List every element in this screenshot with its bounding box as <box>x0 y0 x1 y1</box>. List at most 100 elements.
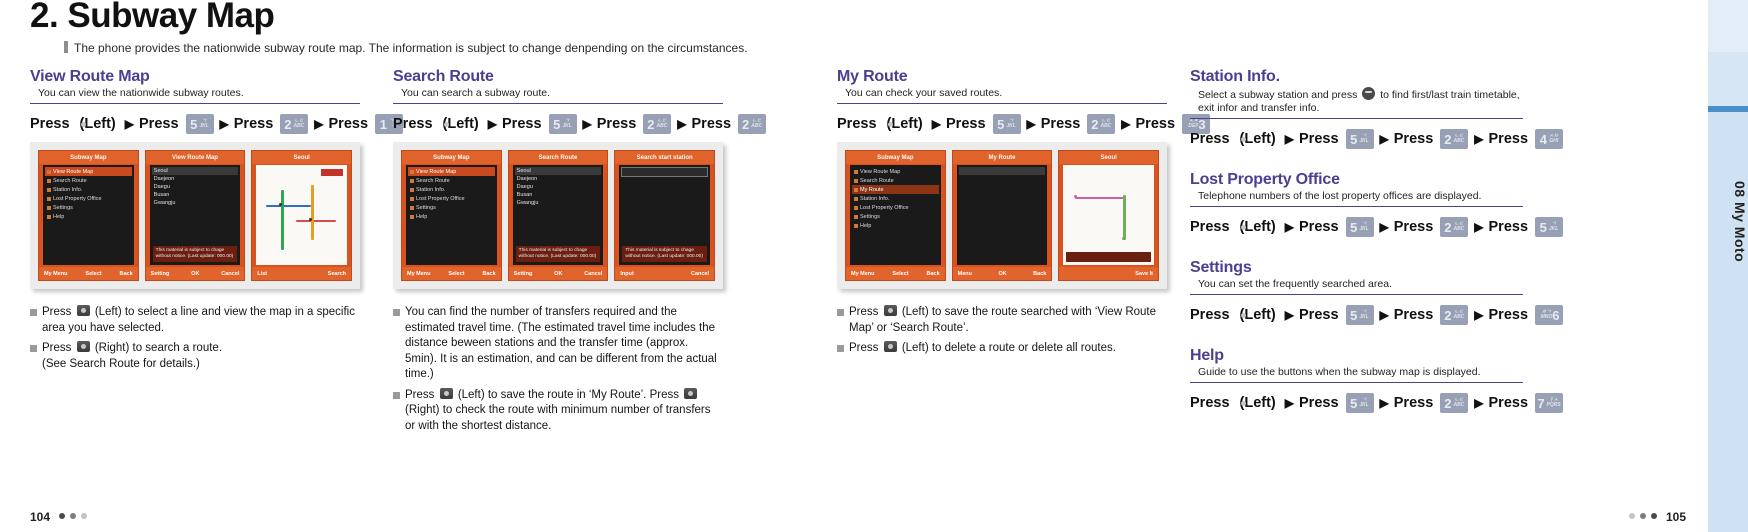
num-key-2[interactable]: 2 ㄴㄷ ABC <box>643 114 672 134</box>
phone-list-row: Daejeon <box>153 176 175 182</box>
num-key-5[interactable]: 5 ㄱ JKL <box>548 114 577 134</box>
arrow-icon: ▶ <box>677 117 687 131</box>
arrow-icon: ▶ <box>1026 117 1036 131</box>
phone-list-row <box>621 189 708 197</box>
subtitle-part2: to find first/last train timetable, <box>1380 89 1520 101</box>
arrow-icon: ▶ <box>1379 220 1389 234</box>
num-key-2[interactable]: 2 ㄴㄷ ABC <box>1440 393 1469 413</box>
key-sequence-search-route: Press (Left) ▶ Press 5 ㄱ JKL ▶ Press 2 ㄴㄷ AB… <box>393 114 767 134</box>
num-key-5b[interactable]: 5 ㄱ JKL <box>1535 217 1564 237</box>
num-key-2[interactable]: 2 ㄴㄷ ABC <box>1440 217 1469 237</box>
press-word: Press <box>691 116 732 132</box>
key-sequence-settings: Press (Left) ▶ Press 5 ㄱ JKL ▶ Press 2 ㄴㄷ AB… <box>1190 305 1564 325</box>
phone-note: This material is subject to chage withou… <box>152 246 238 262</box>
note-item: Press (Left) to delete a route or delete… <box>837 341 1167 357</box>
subtitle-part1: Select a subway station and press <box>1198 89 1358 101</box>
phone-softkey-bar: My Menu Select Back <box>402 267 501 280</box>
side-tab-segment-1 <box>1708 0 1748 52</box>
note-pre: Press <box>849 306 879 318</box>
soft-key-icon <box>684 387 698 399</box>
num-key-5[interactable]: 5 ㄱ JKL <box>1345 393 1374 413</box>
bullet-marker-icon <box>30 309 37 316</box>
press-word: Press <box>233 116 274 132</box>
phone-title: Subway Map <box>846 151 945 164</box>
phone-title: My Route <box>952 151 1052 164</box>
num-key-5[interactable]: 5 ㄱ JKL <box>1345 129 1374 149</box>
key-sequence-station-info: Press (Left) ▶ Press 5 ㄱ JKL ▶ Press 2 ㄴㄷ AB… <box>1190 129 1564 149</box>
press-word: Press <box>946 116 986 132</box>
press-word: Press <box>1488 219 1529 235</box>
key-sequence-help: Press (Left) ▶ Press 5 ㄱ JKL ▶ Press 2 ㄴㄷ AB… <box>1190 393 1564 413</box>
key-sequence-lost-property: Press (Left) ▶ Press 5 ㄱ JKL ▶ Press 2 ㄴㄷ AB… <box>1190 217 1564 237</box>
num-key-4[interactable]: 4 ㅅㅂ GHI <box>1535 129 1564 149</box>
num-key-5[interactable]: 5 ㄱ JKL <box>992 114 1021 134</box>
arrow-icon: ▶ <box>582 117 592 131</box>
phone-softkey-bar: List Search <box>252 267 352 280</box>
press-word: Press <box>1190 307 1230 323</box>
num-key-2b[interactable]: 2 ㄴㄷ ABC <box>738 114 767 134</box>
arrow-icon: ▶ <box>1284 308 1294 322</box>
arrow-icon: ▶ <box>1121 117 1131 131</box>
phone-screenshot: Subway Map View Route Map Search Route S… <box>401 150 502 281</box>
num-key-2[interactable]: 2 ㄴㄷ ABC <box>1087 114 1116 134</box>
arrow-icon: ▶ <box>1284 396 1294 410</box>
phone-list-row <box>621 197 708 205</box>
folio-left: 104 <box>30 510 93 524</box>
phone-screenshot: View Route Map Seoul Daejeon Daegu Busan… <box>144 150 246 281</box>
side-tab-label: 08 My Moto <box>1732 181 1748 263</box>
section-subtitle: Guide to use the buttons when the subway… <box>1198 366 1481 378</box>
notes-search-route: You can find the number of transfers req… <box>393 305 723 434</box>
phone-list-row: Busan <box>516 192 533 198</box>
arrow-icon: ▶ <box>1474 132 1484 146</box>
phone-softkey-bar: Input Cancel <box>615 267 715 280</box>
section-station-info: Station Info. Select a subway station an… <box>1190 68 1564 149</box>
phone-screenshot: My Route Menu OK Back <box>951 150 1053 281</box>
note-line2: (See Search Route for details.) <box>42 357 200 370</box>
phone-saved-list <box>957 165 1048 177</box>
num-key-6[interactable]: 6 ㅎㄱ MNO <box>1535 305 1564 325</box>
num-key-5[interactable]: 5 ㄱ JKL <box>1345 305 1374 325</box>
phone-body: View Route Map Search Route My Route Sta… <box>850 165 941 265</box>
arrow-icon: ▶ <box>1474 220 1484 234</box>
press-word: Press <box>139 116 179 132</box>
soft-key-icon <box>76 341 90 352</box>
map-badge <box>321 169 344 176</box>
num-key-5[interactable]: 5 ㄱ JKL <box>1345 217 1374 237</box>
phone-title: Search Route <box>508 151 608 164</box>
note-item: Press (Left) to save the route in ‘My Ro… <box>393 387 723 435</box>
phone-softkey-bar: My Menu Select Back <box>846 267 945 280</box>
phone-note: This material is subject to chage withou… <box>622 246 708 262</box>
subtitle-line2: exit infor and transfer info. <box>1198 102 1320 114</box>
press-word: Press <box>1040 116 1081 132</box>
phone-menu-item: Search Route <box>408 176 495 185</box>
folio-right: 105 <box>1623 510 1686 524</box>
section-title: Help <box>1190 347 1224 364</box>
num-key-2[interactable]: 2 ㄴㄷ ABC <box>280 114 309 134</box>
press-word: Press <box>1393 219 1434 235</box>
num-key-2[interactable]: 2 ㄴㄷ ABC <box>1440 305 1469 325</box>
section-title: Station Info. <box>1190 68 1280 85</box>
section-view-route-map: View Route Map You can view the nationwi… <box>30 68 404 377</box>
note-post2: (Right) to check the route with minimum … <box>405 404 711 432</box>
phone-menu-item: Search Route <box>852 176 939 185</box>
section-title: Settings <box>1190 259 1252 276</box>
phone-body: View Route Map Search Route Station Info… <box>406 165 497 265</box>
note-post: (Left) to save the route in ‘My Route’. … <box>457 388 679 401</box>
press-word: Press <box>596 116 637 132</box>
section-subtitle: You can search a subway route. <box>401 87 551 99</box>
phone-result-list <box>619 179 710 207</box>
note-pre: Press <box>405 388 435 401</box>
num-key-7[interactable]: 7 ㅏㅅ PQRS <box>1535 393 1564 413</box>
section-subtitle: Telephone numbers of the lost property o… <box>1198 190 1482 202</box>
phone-list-row: Gwangju <box>516 200 539 206</box>
phone-line-list: Seoul Daejeon Daegu Busan Gwangju <box>150 165 241 209</box>
num-key-5[interactable]: 5 ㄱ JKL <box>185 114 214 134</box>
note-pre: Press <box>42 342 72 354</box>
phone-route-map <box>1063 165 1155 265</box>
note-pre: Press <box>42 306 72 318</box>
screenshot-panel: Subway Map View Route Map Search Route S… <box>30 142 360 289</box>
phone-line-list: Seoul Daejeon Daegu Busan Gwangju <box>513 165 604 209</box>
num-key-2[interactable]: 2 ㄴㄷ ABC <box>1440 129 1469 149</box>
arrow-icon: ▶ <box>487 117 497 131</box>
phone-menu-item: Settings <box>852 212 939 221</box>
